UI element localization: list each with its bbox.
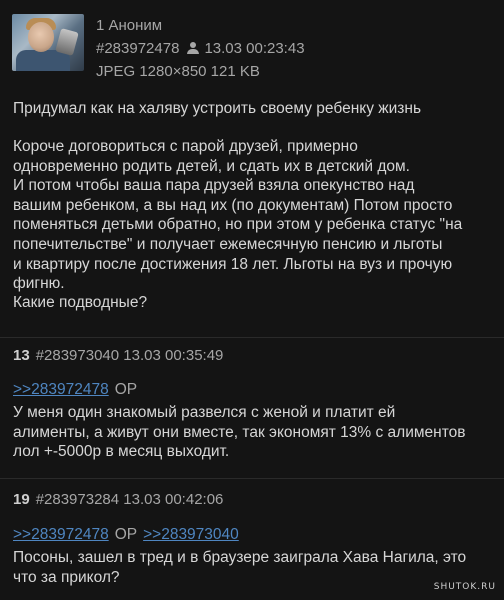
reply-number: 19 xyxy=(13,491,30,508)
post-divider xyxy=(0,337,504,338)
reply-refs: >>283972478 OP xyxy=(13,381,143,399)
reply-post-id[interactable]: #283973040 xyxy=(36,347,119,364)
reply-body-line: Посоны, зашел в тред и в браузере заигра… xyxy=(13,549,467,566)
op-body-line: поменяться детьми обратно, но при этом у… xyxy=(13,216,463,234)
op-tag: OP xyxy=(114,526,138,543)
reply-body-line: лол +-5000р в месяц выходит. xyxy=(13,443,230,461)
op-title: Придумал как на халяву устроить своему р… xyxy=(13,100,422,117)
watermark: SHUTOK.RU xyxy=(433,582,496,592)
reply-post-id[interactable]: #283973284 xyxy=(36,491,119,508)
reply-body: Посоны, зашел в тред и в браузере заигра… xyxy=(13,548,490,587)
op-author-name: Аноним xyxy=(108,17,163,34)
reply-datetime: 13.03 00:35:49 xyxy=(123,347,224,364)
op-body-line: попечительстве" и получает ежемесячную п… xyxy=(13,235,443,253)
op-body: Короче договориться с парой друзей, прим… xyxy=(13,137,490,294)
op-body-line: И потом чтобы ваша пара друзей взяла опе… xyxy=(13,177,415,195)
reply-body-line: У меня один знакомый развелся с женой и … xyxy=(13,404,396,421)
reply-body: У меня один знакомый развелся с женой и … xyxy=(13,403,490,462)
thumbnail-keys xyxy=(55,28,79,56)
reply-datetime: 13.03 00:42:06 xyxy=(123,491,224,508)
op-post-number: 1 xyxy=(96,17,105,34)
reply-refs: >>283972478 OP >>283973040 xyxy=(13,526,239,544)
op-body-line: фигню. xyxy=(13,275,65,293)
op-post: 1 Аноним #283972478 13.03 00:23:43 JPEG 1… xyxy=(0,0,504,322)
reply-body-line: алименты, а живут они вместе, так эконом… xyxy=(13,423,466,441)
op-body-line: вашим ребенком, а вы над их (по документ… xyxy=(13,196,453,214)
reply-header: 19 #283973284 13.03 00:42:06 xyxy=(13,491,223,508)
op-body-line: одновременно родить детей, и сдать их в … xyxy=(13,157,410,175)
reply-header: 13 #283973040 13.03 00:35:49 xyxy=(13,347,223,364)
reply-number: 13 xyxy=(13,347,30,364)
op-body-line: Короче договориться с парой друзей, прим… xyxy=(13,138,358,155)
reply-link-op[interactable]: >>283972478 xyxy=(13,381,109,398)
post-image-thumbnail[interactable] xyxy=(12,14,84,71)
op-body-line: и квартиру после достижения 18 лет. Льго… xyxy=(13,255,453,273)
reply-link-op[interactable]: >>283972478 xyxy=(13,526,109,543)
op-id-line: #283972478 13.03 00:23:43 xyxy=(96,40,305,57)
post-divider xyxy=(0,478,504,479)
person-icon xyxy=(187,42,200,54)
op-question: Какие подводные? xyxy=(13,294,148,311)
op-author-line: 1 Аноним xyxy=(96,17,162,34)
op-post-id[interactable]: #283972478 xyxy=(96,40,179,57)
op-datetime: 13.03 00:23:43 xyxy=(204,40,305,57)
reply-link-post[interactable]: >>283973040 xyxy=(143,526,239,543)
thumbnail-face xyxy=(28,22,54,52)
op-tag: OP xyxy=(114,381,138,398)
reply-body-line: что за прикол? xyxy=(13,568,120,586)
op-file-info: JPEG 1280×850 121 KB xyxy=(96,63,260,80)
